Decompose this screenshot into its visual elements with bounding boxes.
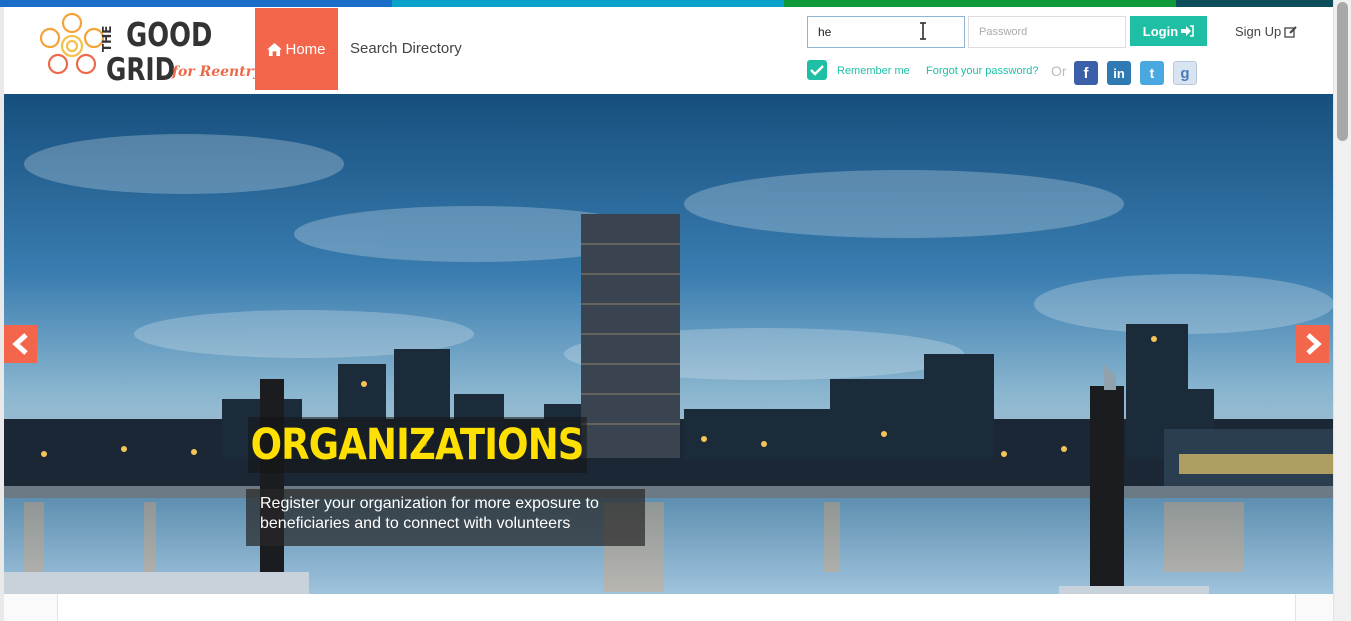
hero-title: ORGANIZATIONS: [248, 417, 588, 473]
strip-teal: [392, 0, 785, 7]
content-container: [57, 594, 1296, 621]
login-button-label: Login: [1142, 23, 1179, 39]
forgot-password-link[interactable]: Forgot your password?: [926, 65, 1039, 77]
linkedin-icon[interactable]: in: [1107, 61, 1131, 85]
vertical-scrollbar[interactable]: [1333, 0, 1351, 621]
flower-icon: [39, 12, 105, 75]
scrollbar-thumb[interactable]: [1337, 2, 1348, 141]
hero-carousel: ORGANIZATIONS Register your organization…: [4, 94, 1333, 594]
strip-green: [784, 0, 1177, 7]
chevron-left-icon: [11, 333, 28, 355]
color-strip: [0, 0, 1334, 7]
logo-wordmark: THE GOOD GRID for Reentry: [100, 16, 262, 88]
nav-home[interactable]: Home: [255, 8, 338, 90]
remember-me-checkbox[interactable]: [807, 60, 827, 80]
login-button[interactable]: Login: [1130, 16, 1207, 46]
logo-line2: GOOD: [126, 16, 212, 54]
strip-dark: [1176, 0, 1334, 7]
hero-description: Register your organization for more expo…: [246, 489, 645, 546]
twitter-icon[interactable]: t: [1140, 61, 1164, 85]
strip-blue: [0, 0, 393, 7]
remember-me-label[interactable]: Remember me: [837, 65, 910, 77]
edit-icon: [1284, 25, 1297, 38]
carousel-prev-button[interactable]: [4, 325, 37, 363]
content-area: [4, 594, 1333, 621]
nav-search-directory[interactable]: Search Directory: [350, 40, 462, 57]
or-label: Or: [1051, 63, 1067, 79]
nav-home-label: Home: [285, 40, 326, 58]
chevron-right-icon: [1305, 333, 1322, 355]
password-input[interactable]: Password: [968, 16, 1126, 48]
logo-line3: GRID: [106, 51, 175, 87]
text-cursor-icon: [920, 22, 926, 40]
site-header: THE GOOD GRID for Reentry Home Search Di…: [4, 7, 1333, 94]
page: THE GOOD GRID for Reentry Home Search Di…: [0, 0, 1351, 621]
sign-in-icon: [1181, 25, 1194, 37]
carousel-next-button[interactable]: [1296, 325, 1329, 363]
logo-line1: THE: [100, 26, 114, 52]
signup-link[interactable]: Sign Up: [1235, 24, 1297, 39]
home-icon: [267, 42, 283, 56]
google-icon[interactable]: g: [1173, 61, 1197, 85]
signup-label: Sign Up: [1235, 24, 1282, 39]
check-icon: [810, 65, 824, 76]
facebook-icon[interactable]: f: [1074, 61, 1098, 85]
logo-tagline: for Reentry: [171, 64, 258, 80]
site-logo[interactable]: THE GOOD GRID for Reentry: [38, 10, 262, 90]
hero-cityscape-image: [4, 94, 1333, 594]
username-input[interactable]: he: [807, 16, 965, 48]
